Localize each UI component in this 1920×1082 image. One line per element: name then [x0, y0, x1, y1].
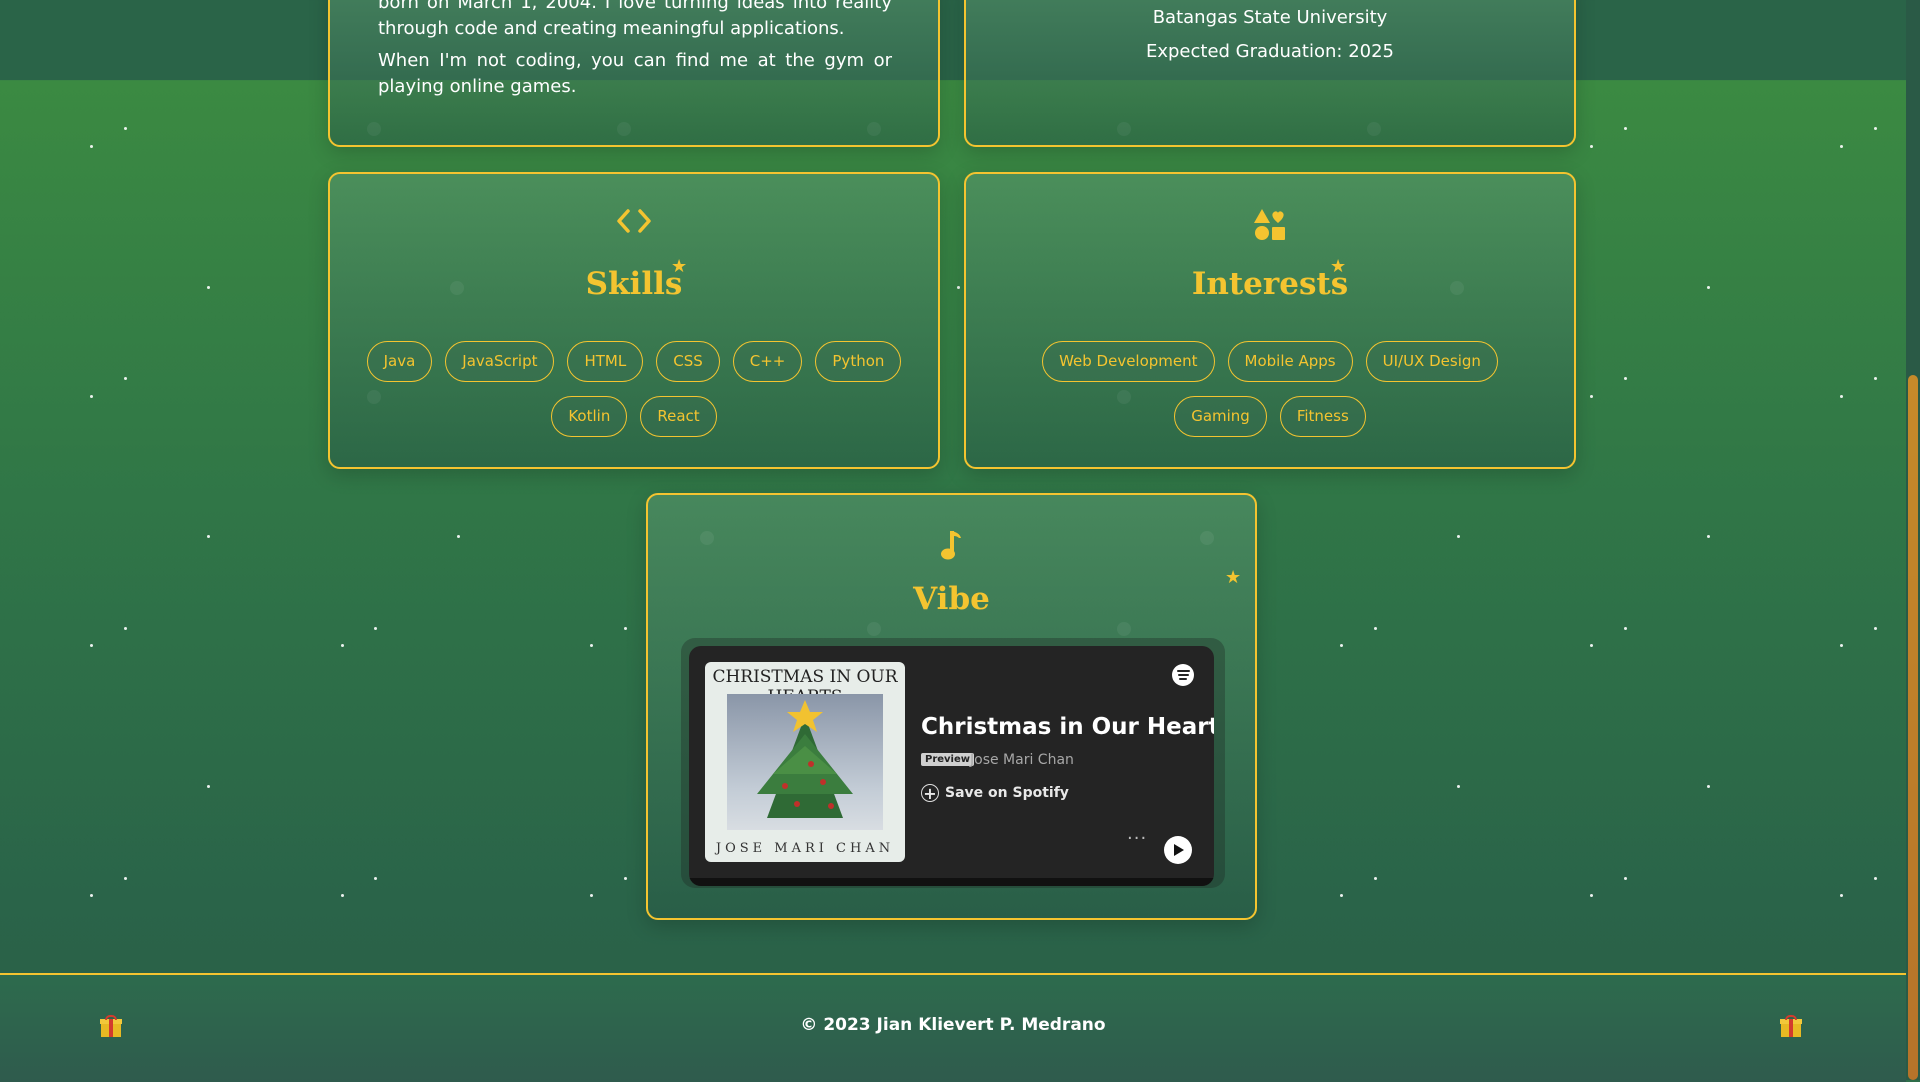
- interest-tag: Gaming: [1174, 396, 1267, 437]
- album-cover-artist: JOSE MARI CHAN: [715, 841, 895, 856]
- education-school: Batangas State University: [1152, 7, 1388, 28]
- add-circle-icon: +: [921, 784, 939, 802]
- gift-icon: [1780, 1015, 1802, 1037]
- shapes-icon: [966, 208, 1574, 246]
- spotify-logo-icon[interactable]: [1172, 664, 1194, 686]
- skill-tag: Java: [366, 341, 433, 382]
- skill-tag: Kotlin: [551, 396, 628, 437]
- interests-card: Interests ★ Web Development Mobile Apps …: [964, 172, 1576, 469]
- about-paragraph: When I'm not coding, you can find me at …: [378, 50, 892, 97]
- skill-tag: CSS: [656, 341, 720, 382]
- track-artist[interactable]: Jose Mari Chan: [970, 752, 1074, 768]
- album-art: [727, 694, 883, 830]
- skill-tag: JavaScript: [445, 341, 555, 382]
- more-options-icon[interactable]: ···: [1127, 828, 1147, 849]
- education-graduation: Expected Graduation: 2025: [1145, 41, 1395, 62]
- footer: © 2023 Jian Klievert P. Medrano: [0, 973, 1906, 1082]
- star-icon: ★: [671, 256, 688, 277]
- star-icon: ★: [1225, 567, 1242, 588]
- music-note-icon: [648, 529, 1255, 565]
- skill-tag: HTML: [567, 341, 644, 382]
- save-on-spotify-button[interactable]: + Save on Spotify: [921, 784, 1069, 802]
- play-button[interactable]: [1164, 836, 1192, 864]
- skill-tag: React: [640, 396, 717, 437]
- interest-tag: Web Development: [1042, 341, 1215, 382]
- album-cover: CHRISTMAS IN OUR HEARTS JOSE MARI CHAN: [705, 662, 905, 862]
- interests-tag-list: Web Development Mobile Apps UI/UX Design…: [996, 341, 1544, 437]
- star-icon: ★: [1330, 256, 1347, 277]
- interest-tag: Fitness: [1279, 396, 1366, 437]
- track-title[interactable]: Christmas in Our Hearts: [921, 714, 1214, 740]
- player-bottom-bar: [689, 878, 1214, 886]
- about-paragraph: born on March 1, 2004. I love turning id…: [378, 0, 892, 39]
- about-card: born on March 1, 2004. I love turning id…: [328, 0, 940, 147]
- footer-copyright: © 2023 Jian Klievert P. Medrano: [800, 1015, 1106, 1035]
- skills-tag-list: Java JavaScript HTML CSS C++ Python Kotl…: [360, 341, 908, 437]
- skill-tag: Python: [815, 341, 902, 382]
- scrollbar-thumb[interactable]: [1908, 375, 1918, 1080]
- spotify-player[interactable]: CHRISTMAS IN OUR HEARTS JOSE MARI CHAN C…: [689, 646, 1214, 886]
- preview-badge: Preview: [921, 753, 975, 766]
- code-icon: [330, 208, 938, 238]
- education-card: Batangas State University Expected Gradu…: [964, 0, 1576, 147]
- scrollbar[interactable]: [1906, 0, 1920, 1080]
- top-band: [0, 0, 1906, 80]
- interests-title: Interests: [1191, 266, 1349, 302]
- interest-tag: Mobile Apps: [1227, 341, 1353, 382]
- skill-tag: C++: [732, 341, 803, 382]
- save-label: Save on Spotify: [945, 785, 1069, 801]
- vibe-title: Vibe: [913, 581, 990, 617]
- interest-tag: UI/UX Design: [1365, 341, 1498, 382]
- skills-title: Skills: [585, 266, 683, 302]
- skills-card: Skills ★ Java JavaScript HTML CSS C++ Py…: [328, 172, 940, 469]
